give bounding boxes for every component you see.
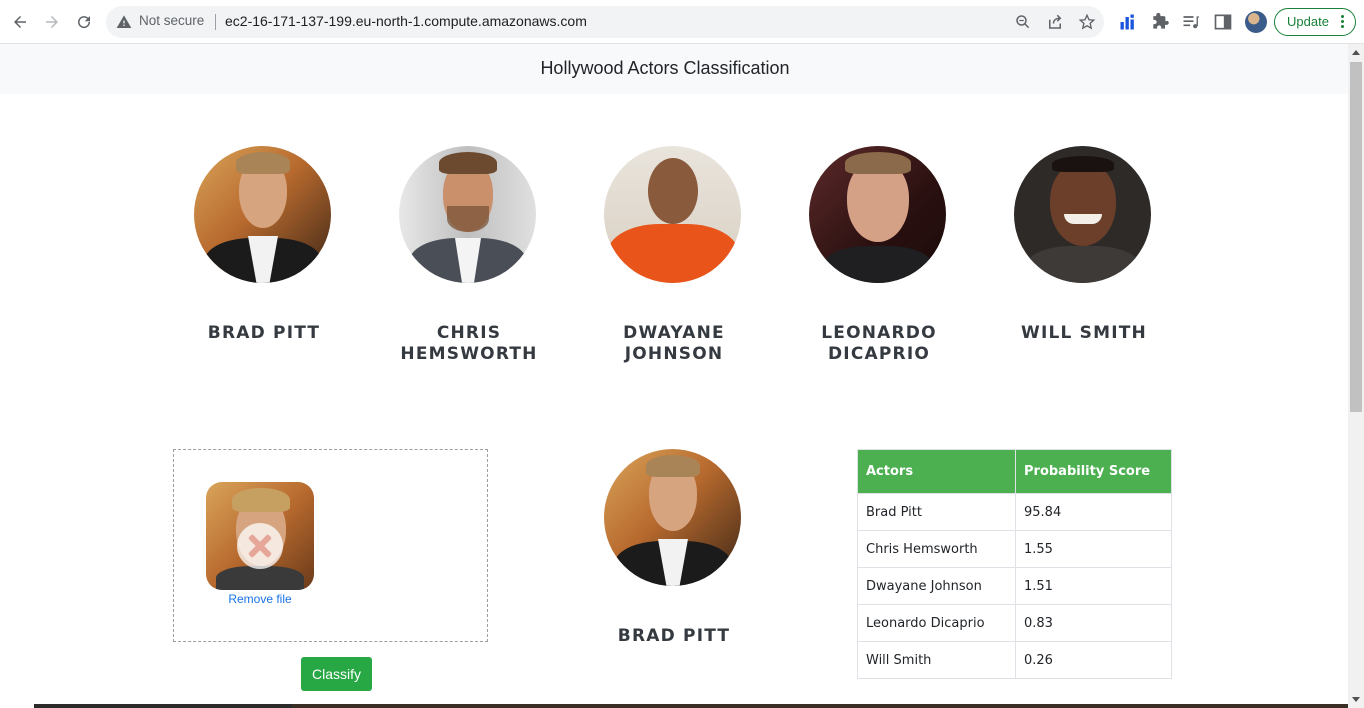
actor-photo (194, 146, 331, 283)
table-row: Leonardo Dicaprio 0.83 (857, 604, 1172, 642)
score-cell: 1.55 (1015, 530, 1172, 568)
actor-name: BRAD PITT (207, 323, 321, 343)
result-name: BRAD PITT (617, 626, 731, 646)
taskbar-edge (0, 704, 1348, 708)
table-row: Dwayane Johnson 1.51 (857, 567, 1172, 605)
actor-name: LEONARDO DICAPRIO (821, 323, 937, 364)
result-photo (604, 449, 741, 586)
score-cell: 95.84 (1015, 493, 1172, 531)
reload-icon[interactable] (71, 9, 97, 35)
browser-toolbar: Not secure ec2-16-171-137-199.eu-north-1… (0, 0, 1364, 44)
actor-card-leonardo-dicaprio: LEONARDO DICAPRIO (809, 146, 949, 364)
result-card: BRAD PITT (604, 449, 741, 646)
back-icon[interactable] (7, 9, 33, 35)
actor-cell: Chris Hemsworth (857, 530, 1016, 568)
scroll-up-arrow-icon[interactable] (1352, 50, 1360, 55)
omnibox-divider (215, 14, 216, 30)
update-button[interactable]: Update (1274, 8, 1356, 36)
actor-photo (604, 146, 741, 283)
classify-button[interactable]: Classify (301, 657, 372, 691)
actor-name: WILL SMITH (1021, 323, 1147, 343)
score-cell: 1.51 (1015, 567, 1172, 605)
actor-cell: Will Smith (857, 641, 1016, 679)
actor-card-will-smith: WILL SMITH (1014, 146, 1154, 343)
warning-icon[interactable] (116, 14, 132, 30)
update-label: Update (1287, 14, 1329, 29)
sidepanel-icon[interactable] (1213, 12, 1233, 32)
scroll-thumb[interactable] (1350, 62, 1362, 412)
forward-icon[interactable] (39, 9, 65, 35)
actor-photo (809, 146, 946, 283)
puzzle-icon[interactable] (1150, 12, 1170, 32)
probability-table: Actors Probability Score Brad Pitt 95.84… (857, 449, 1172, 679)
actor-name: CHRIS HEMSWORTH (400, 323, 538, 364)
uploaded-thumbnail (206, 482, 314, 590)
score-cell: 0.26 (1015, 641, 1172, 679)
url-text[interactable]: ec2-16-171-137-199.eu-north-1.compute.am… (225, 13, 587, 29)
table-header-row: Actors Probability Score (857, 449, 1172, 494)
actor-cell: Leonardo Dicaprio (857, 604, 1016, 642)
table-row: Will Smith 0.26 (857, 641, 1172, 679)
star-icon[interactable] (1078, 13, 1096, 31)
file-dropzone[interactable]: Remove file (173, 449, 488, 642)
column-header: Probability Score (1015, 449, 1172, 494)
column-header: Actors (857, 449, 1016, 494)
security-label[interactable]: Not secure (139, 13, 204, 28)
extension-chart-icon[interactable] (1118, 12, 1138, 32)
actor-card-chris-hemsworth: CHRIS HEMSWORTH (399, 146, 539, 364)
actor-photo (399, 146, 536, 283)
page-title: Hollywood Actors Classification (540, 58, 790, 78)
actor-photo (1014, 146, 1151, 283)
profile-avatar[interactable] (1245, 11, 1267, 33)
actor-name: DWAYANE JOHNSON (623, 323, 725, 364)
scrollbar[interactable] (1348, 44, 1364, 708)
actor-cell: Dwayane Johnson (857, 567, 1016, 605)
media-icon[interactable] (1181, 12, 1201, 32)
scroll-down-arrow-icon[interactable] (1352, 697, 1360, 702)
table-row: Brad Pitt 95.84 (857, 493, 1172, 531)
table-row: Chris Hemsworth 1.55 (857, 530, 1172, 568)
remove-file-icon[interactable] (237, 523, 283, 569)
remove-file-link[interactable]: Remove file (206, 592, 314, 606)
actor-card-brad-pitt: BRAD PITT (194, 146, 334, 343)
address-bar[interactable]: Not secure ec2-16-171-137-199.eu-north-1… (106, 6, 1104, 38)
actor-cell: Brad Pitt (857, 493, 1016, 531)
menu-dots-icon[interactable] (1341, 15, 1345, 29)
site-navbar: Hollywood Actors Classification (0, 44, 1348, 94)
actor-card-dwayane-johnson: DWAYANE JOHNSON (604, 146, 744, 364)
zoom-icon[interactable] (1014, 13, 1032, 31)
score-cell: 0.83 (1015, 604, 1172, 642)
share-icon[interactable] (1046, 13, 1064, 31)
